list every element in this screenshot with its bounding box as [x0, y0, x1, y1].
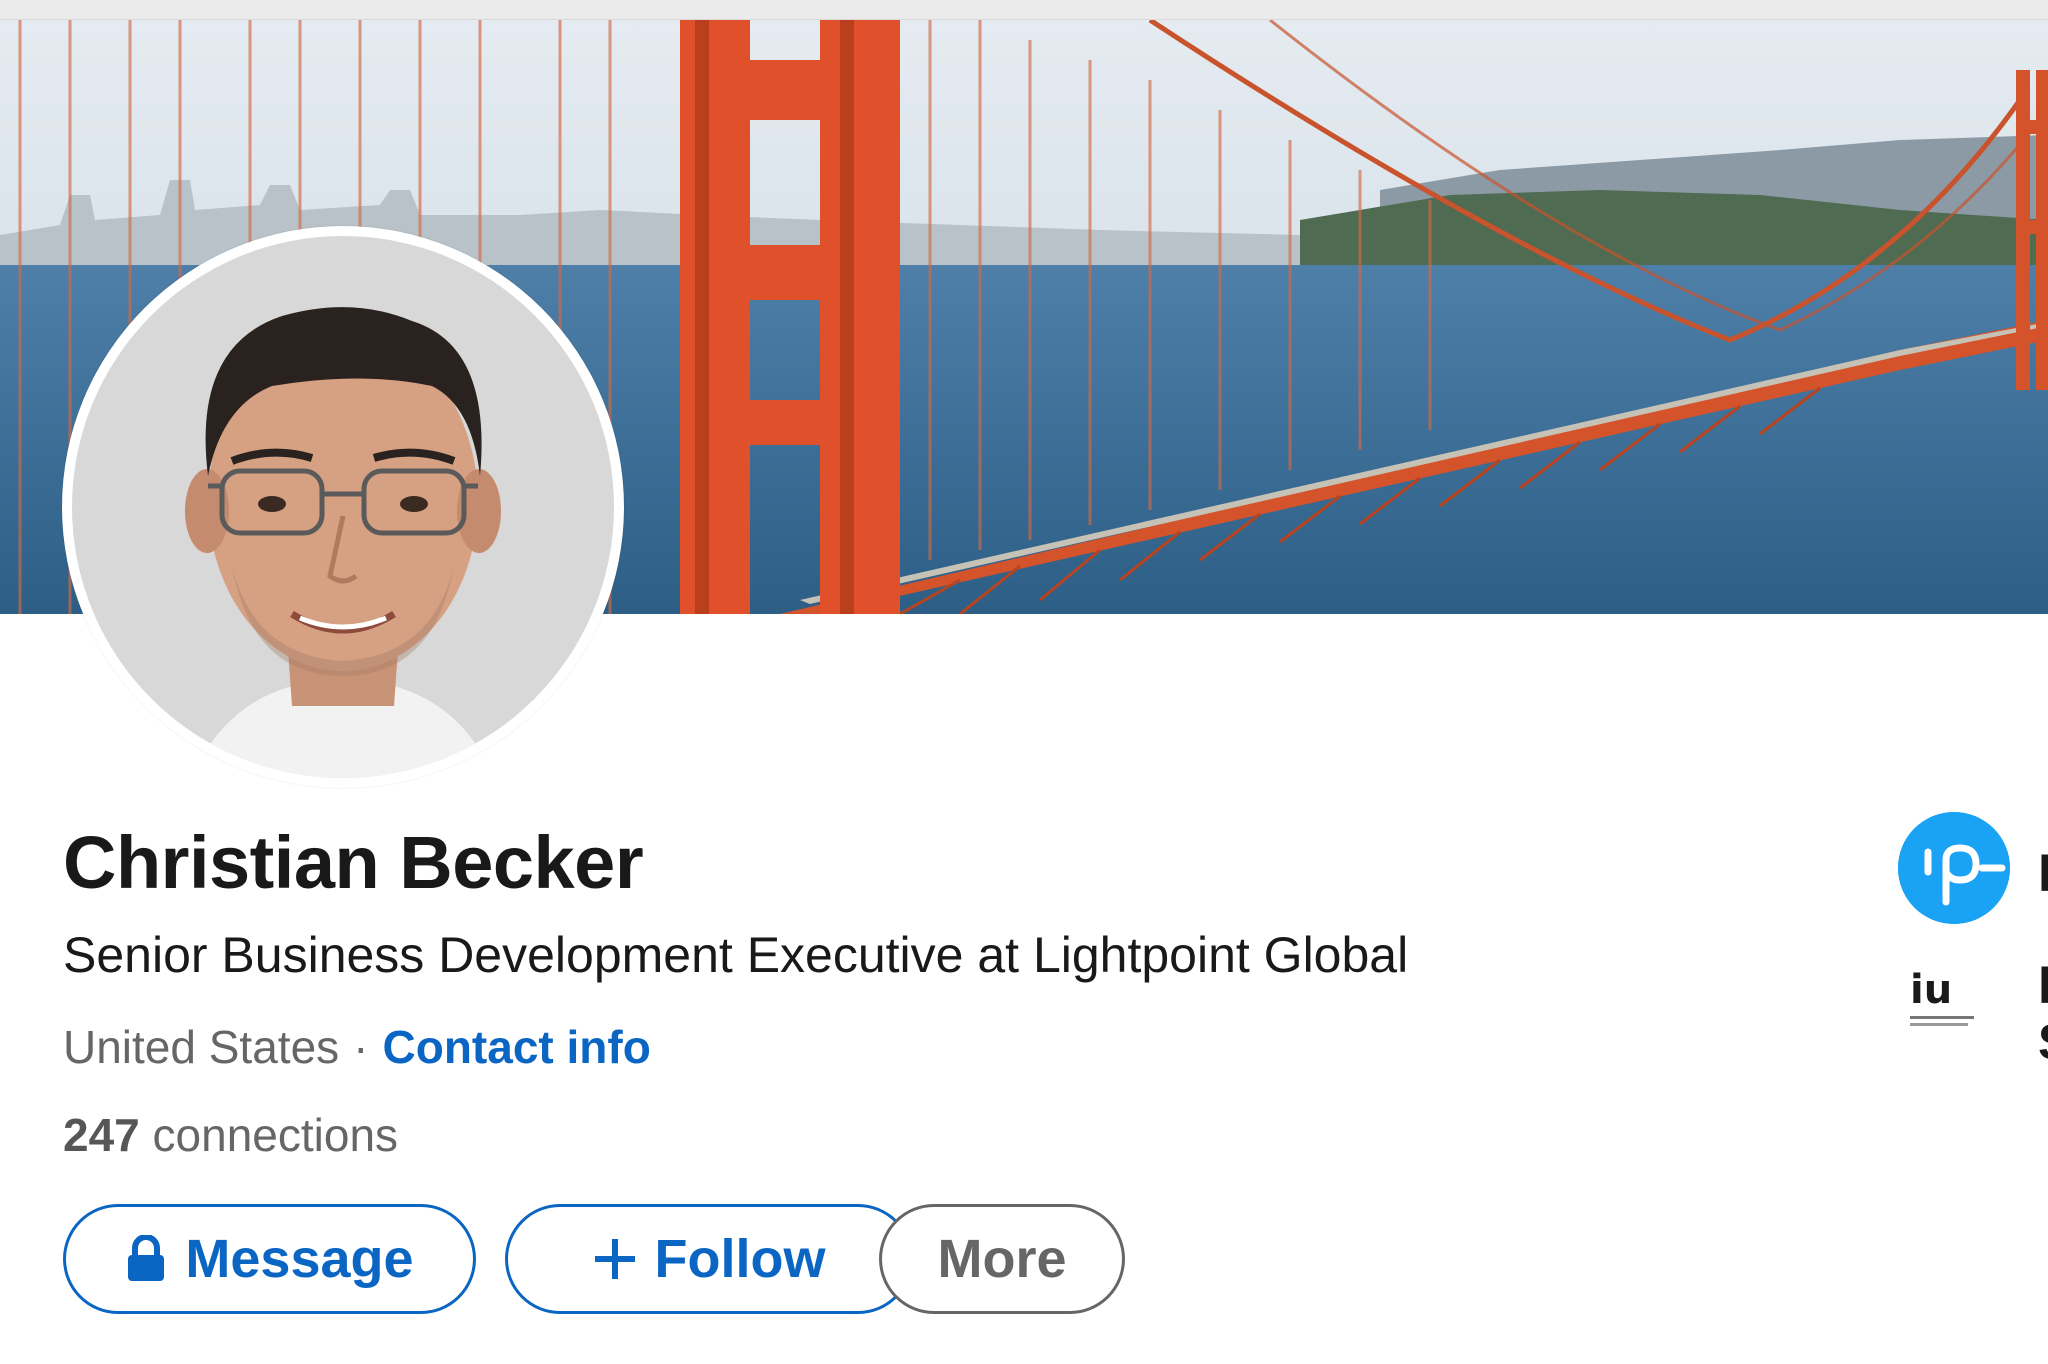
message-button-label: Message [185, 1229, 414, 1289]
school-logo-subline [1910, 1016, 1974, 1019]
school-logo-text: iu [1910, 967, 1953, 1013]
connections-number: 247 [63, 1109, 140, 1161]
more-button-label: More [937, 1229, 1067, 1289]
location-line: United States · Contact info [63, 1020, 651, 1074]
lightpoint-logo-icon [1898, 812, 2010, 924]
profile-name: Christian Becker [63, 821, 644, 904]
experience-education-panel: l iu l S [1880, 805, 2048, 1065]
plus-icon [593, 1237, 637, 1281]
message-button[interactable]: Message [63, 1204, 476, 1314]
profile-avatar[interactable] [62, 226, 624, 788]
follow-button-label: Follow [654, 1229, 826, 1289]
iu-school-logo[interactable]: iu [1910, 970, 2000, 1040]
lock-icon [125, 1235, 167, 1283]
company-name-cutoff: l [2038, 846, 2048, 902]
profile-photo [72, 236, 614, 778]
school-logo-subline-2 [1910, 1023, 1968, 1026]
contact-info-link[interactable]: Contact info [383, 1021, 651, 1073]
school-name-cutoff-1: l [2038, 958, 2048, 1014]
connections-label: connections [152, 1109, 399, 1161]
profile-headline: Senior Business Development Executive at… [63, 927, 1409, 983]
profile-location: United States [63, 1021, 340, 1073]
profile-page: Christian Becker Senior Business Develop… [0, 0, 2048, 1364]
connections-count[interactable]: 247 connections [63, 1108, 398, 1162]
lightpoint-company-logo[interactable] [1898, 812, 2010, 924]
separator-dot: · [353, 1021, 369, 1073]
follow-button[interactable]: Follow [505, 1204, 913, 1314]
school-name-cutoff-2: S [2038, 1013, 2048, 1065]
more-button[interactable]: More [879, 1204, 1125, 1314]
browser-top-strip [0, 0, 2048, 20]
